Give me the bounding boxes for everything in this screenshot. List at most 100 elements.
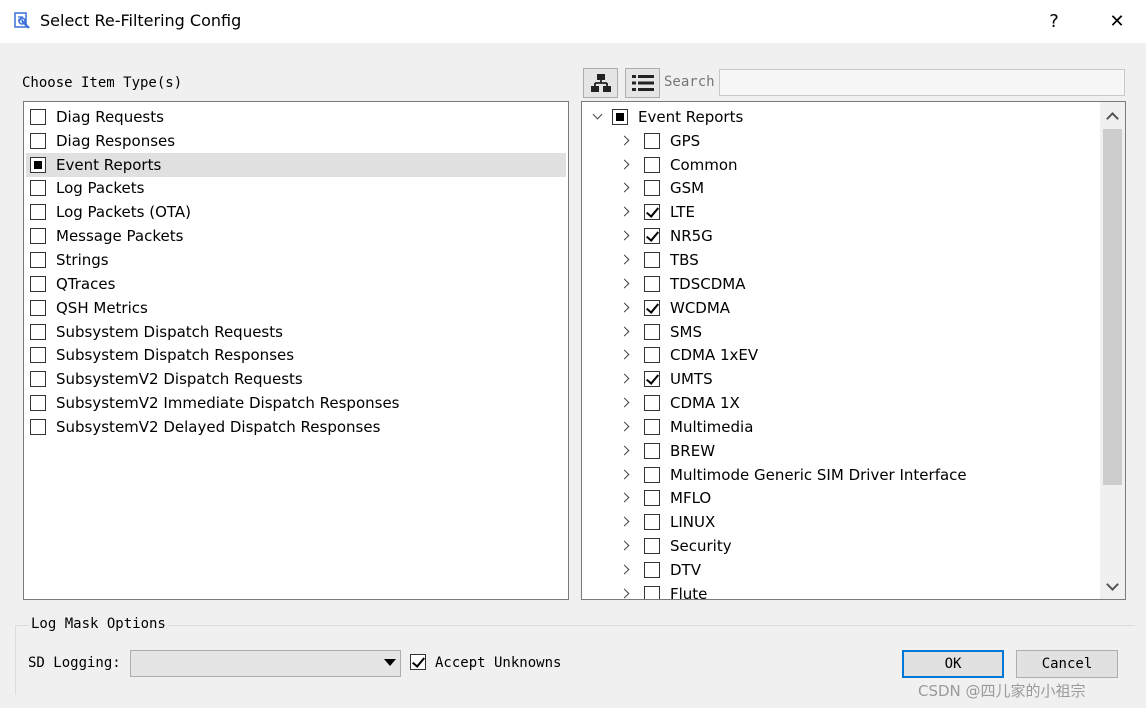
item-type-checkbox[interactable] (30, 228, 46, 245)
item-type-row[interactable]: Subsystem Dispatch Requests (24, 320, 568, 344)
tree-child-row[interactable]: Multimedia (582, 415, 1100, 439)
chevron-right-icon[interactable] (620, 183, 630, 193)
tree-child-checkbox[interactable] (644, 180, 660, 197)
item-type-row[interactable]: Diag Requests (24, 105, 568, 129)
tree-child-checkbox[interactable] (644, 347, 660, 364)
tree-child-row[interactable]: GSM (582, 177, 1100, 201)
item-type-checkbox[interactable] (30, 323, 46, 340)
tree-child-row[interactable]: Flute (582, 582, 1100, 599)
item-type-row[interactable]: Log Packets (OTA) (24, 200, 568, 224)
tree-child-checkbox[interactable] (644, 538, 660, 555)
tree-child-checkbox[interactable] (644, 275, 660, 292)
accept-unknowns-checkbox[interactable] (410, 654, 426, 670)
item-type-checkbox[interactable] (30, 156, 46, 173)
item-type-row[interactable]: SubsystemV2 Immediate Dispatch Responses (24, 391, 568, 415)
scroll-down-icon[interactable] (1106, 580, 1118, 592)
chevron-down-icon[interactable] (592, 112, 602, 122)
chevron-right-icon[interactable] (620, 255, 630, 265)
item-type-checkbox[interactable] (30, 180, 46, 197)
item-type-row[interactable]: SubsystemV2 Delayed Dispatch Responses (24, 415, 568, 439)
item-type-checkbox[interactable] (30, 204, 46, 221)
tree-child-row[interactable]: NR5G (582, 224, 1100, 248)
event-tree[interactable]: Event Reports GPS Common GSM LTE NR5G TBS TDSCD… (581, 101, 1126, 600)
tree-child-row[interactable]: DTV (582, 558, 1100, 582)
tree-child-checkbox[interactable] (644, 156, 660, 173)
item-type-row[interactable]: Event Reports (26, 152, 566, 177)
item-type-checkbox[interactable] (30, 299, 46, 316)
scroll-thumb[interactable] (1103, 129, 1122, 485)
scroll-up-icon[interactable] (1106, 110, 1118, 122)
chevron-right-icon[interactable] (620, 422, 630, 432)
item-type-row[interactable]: Log Packets (24, 177, 568, 201)
sd-logging-select[interactable] (130, 650, 401, 677)
item-type-row[interactable]: SubsystemV2 Dispatch Requests (24, 367, 568, 391)
tree-root-row[interactable]: Event Reports (582, 105, 1100, 129)
tree-child-row[interactable]: Multimode Generic SIM Driver Interface (582, 463, 1100, 487)
tree-child-checkbox[interactable] (644, 395, 660, 412)
chevron-right-icon[interactable] (620, 207, 630, 217)
chevron-right-icon[interactable] (620, 303, 630, 313)
help-button[interactable]: ? (1031, 0, 1077, 43)
chevron-right-icon[interactable] (620, 279, 630, 289)
chevron-right-icon[interactable] (620, 589, 630, 599)
tree-child-checkbox[interactable] (644, 371, 660, 388)
tree-child-row[interactable]: UMTS (582, 367, 1100, 391)
chevron-right-icon[interactable] (620, 398, 630, 408)
item-type-row[interactable]: Diag Responses (24, 129, 568, 153)
tree-child-row[interactable]: SMS (582, 320, 1100, 344)
tree-child-row[interactable]: Common (582, 153, 1100, 177)
tree-child-checkbox[interactable] (644, 585, 660, 599)
tree-child-row[interactable]: Security (582, 534, 1100, 558)
chevron-right-icon[interactable] (620, 231, 630, 241)
tree-child-checkbox[interactable] (644, 299, 660, 316)
chevron-right-icon[interactable] (620, 446, 630, 456)
item-type-checkbox[interactable] (30, 251, 46, 268)
item-type-checkbox[interactable] (30, 371, 46, 388)
item-type-list[interactable]: Diag Requests Diag Responses Event Reports… (23, 101, 569, 600)
item-type-checkbox[interactable] (30, 108, 46, 125)
chevron-right-icon[interactable] (620, 350, 630, 360)
tree-child-checkbox[interactable] (644, 132, 660, 149)
tree-child-checkbox[interactable] (644, 228, 660, 245)
tree-child-row[interactable]: GPS (582, 129, 1100, 153)
list-view-button[interactable] (625, 68, 660, 98)
ok-button[interactable]: OK (902, 650, 1004, 678)
chevron-right-icon[interactable] (620, 565, 630, 575)
item-type-row[interactable]: Strings (24, 248, 568, 272)
tree-child-checkbox[interactable] (644, 418, 660, 435)
item-type-row[interactable]: Message Packets (24, 224, 568, 248)
search-input[interactable] (719, 69, 1125, 96)
item-type-checkbox[interactable] (30, 395, 46, 412)
close-button[interactable]: ✕ (1094, 0, 1140, 43)
chevron-right-icon[interactable] (620, 160, 630, 170)
item-type-row[interactable]: Subsystem Dispatch Responses (24, 343, 568, 367)
tree-child-row[interactable]: TDSCDMA (582, 272, 1100, 296)
tree-child-checkbox[interactable] (644, 514, 660, 531)
cancel-button[interactable]: Cancel (1016, 650, 1118, 678)
item-type-row[interactable]: QSH Metrics (24, 296, 568, 320)
item-type-checkbox[interactable] (30, 418, 46, 435)
tree-child-row[interactable]: WCDMA (582, 296, 1100, 320)
chevron-right-icon[interactable] (620, 493, 630, 503)
chevron-right-icon[interactable] (620, 327, 630, 337)
tree-child-row[interactable]: LTE (582, 200, 1100, 224)
chevron-right-icon[interactable] (620, 136, 630, 146)
tree-child-checkbox[interactable] (644, 466, 660, 483)
item-type-row[interactable]: QTraces (24, 272, 568, 296)
tree-child-row[interactable]: BREW (582, 439, 1100, 463)
tree-view-button[interactable] (583, 68, 618, 98)
dropdown-arrow-icon[interactable] (384, 659, 396, 666)
tree-child-row[interactable]: TBS (582, 248, 1100, 272)
tree-scrollbar[interactable] (1100, 102, 1125, 599)
chevron-right-icon[interactable] (620, 470, 630, 480)
tree-child-checkbox[interactable] (644, 561, 660, 578)
tree-child-checkbox[interactable] (644, 251, 660, 268)
item-type-checkbox[interactable] (30, 132, 46, 149)
tree-child-row[interactable]: CDMA 1X (582, 391, 1100, 415)
chevron-right-icon[interactable] (620, 517, 630, 527)
tree-child-row[interactable]: CDMA 1xEV (582, 343, 1100, 367)
tree-child-checkbox[interactable] (644, 204, 660, 221)
tree-child-checkbox[interactable] (644, 442, 660, 459)
chevron-right-icon[interactable] (620, 541, 630, 551)
item-type-checkbox[interactable] (30, 275, 46, 292)
